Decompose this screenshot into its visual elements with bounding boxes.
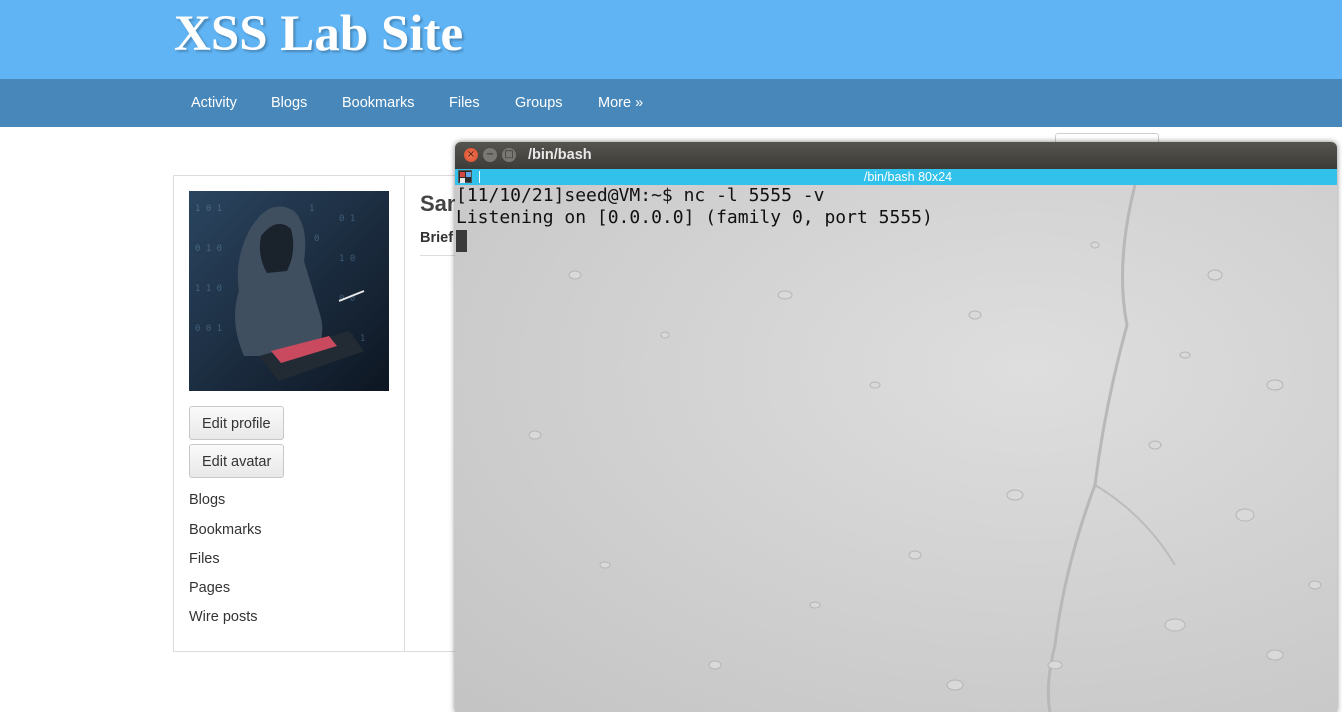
maximize-icon[interactable]: □ xyxy=(502,148,516,162)
profile-avatar[interactable]: 1 0 10 1 0 1 1 00 0 1 0 11 0 0 01 1 10 xyxy=(189,191,389,391)
close-icon[interactable]: × xyxy=(464,148,478,162)
terminal-cursor xyxy=(456,230,467,252)
site-title[interactable]: XSS Lab Site xyxy=(174,2,463,66)
profile-link-pages[interactable]: Pages xyxy=(189,580,230,596)
nav-item-bookmarks[interactable]: Bookmarks xyxy=(342,79,415,127)
terminal-tab-bar[interactable]: /bin/bash 80x24 xyxy=(455,169,1337,185)
svg-text:0 1 0: 0 1 0 xyxy=(195,244,222,254)
water-droplets-background xyxy=(455,185,1337,712)
svg-text:0 0 1: 0 0 1 xyxy=(195,324,222,334)
svg-text:1 0: 1 0 xyxy=(339,254,355,264)
main-navbar: Activity Blogs Bookmarks Files Groups Mo… xyxy=(0,79,1342,127)
edit-profile-button[interactable]: Edit profile xyxy=(189,406,284,440)
profile-link-wire-posts[interactable]: Wire posts xyxy=(189,609,258,625)
site-header: XSS Lab Site xyxy=(0,0,1342,79)
nav-item-activity[interactable]: Activity xyxy=(191,79,237,127)
nav-item-groups[interactable]: Groups xyxy=(515,79,563,127)
terminal-line-output: Listening on [0.0.0.0] (family 0, port 5… xyxy=(456,207,933,228)
hacker-avatar-image: 1 0 10 1 0 1 1 00 0 1 0 11 0 0 01 1 10 xyxy=(189,191,389,391)
svg-text:1 0 1: 1 0 1 xyxy=(195,204,222,214)
svg-text:0 1: 0 1 xyxy=(339,214,355,224)
profile-panel: 1 0 10 1 0 1 1 00 0 1 0 11 0 0 01 1 10 E… xyxy=(173,175,480,652)
profile-link-bookmarks[interactable]: Bookmarks xyxy=(189,522,262,538)
profile-link-files[interactable]: Files xyxy=(189,551,220,567)
minimize-icon[interactable]: − xyxy=(483,148,497,162)
edit-avatar-button[interactable]: Edit avatar xyxy=(189,444,285,478)
nav-item-files[interactable]: Files xyxy=(449,79,480,127)
svg-text:0: 0 xyxy=(314,234,319,244)
profile-sidebar: 1 0 10 1 0 1 1 00 0 1 0 11 0 0 01 1 10 E… xyxy=(174,176,405,651)
profile-link-blogs[interactable]: Blogs xyxy=(189,492,225,508)
terminal-titlebar[interactable]: × − □ /bin/bash xyxy=(455,142,1337,169)
terminal-window[interactable]: × − □ /bin/bash /bin/bash 80x24 [11/10/2… xyxy=(455,142,1337,712)
svg-text:1 1 0: 1 1 0 xyxy=(195,284,222,294)
nav-item-blogs[interactable]: Blogs xyxy=(271,79,307,127)
terminal-output[interactable]: [11/10/21]seed@VM:~$ nc -l 5555 -v Liste… xyxy=(455,185,1337,712)
terminal-line-command: [11/10/21]seed@VM:~$ nc -l 5555 -v xyxy=(456,185,825,206)
brief-description-label: Brief xyxy=(420,230,454,246)
terminal-tab-title[interactable]: /bin/bash 80x24 xyxy=(455,169,1337,185)
svg-text:1: 1 xyxy=(309,204,314,214)
terminal-window-title: /bin/bash xyxy=(528,147,592,163)
nav-item-more[interactable]: More » xyxy=(598,79,643,127)
